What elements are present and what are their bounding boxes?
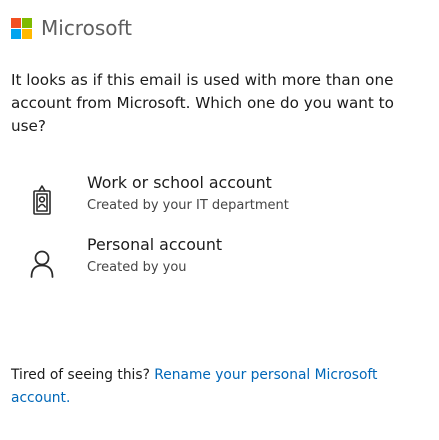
person-icon <box>30 250 54 278</box>
brand-name: Microsoft <box>41 16 133 40</box>
footer-text: Tired of seeing this? <box>11 367 150 383</box>
logo-square-blue <box>11 28 21 39</box>
microsoft-logo-icon <box>11 17 32 39</box>
work-badge-icon <box>33 185 51 215</box>
account-subtitle: Created by your IT department <box>87 198 289 213</box>
logo-square-yellow <box>22 28 32 39</box>
rename-account-footer: Tired of seeing this? Rename your person… <box>11 364 421 410</box>
logo-square-red <box>11 17 21 28</box>
account-subtitle: Created by you <box>87 260 187 275</box>
microsoft-header: Microsoft <box>11 16 132 40</box>
logo-square-green <box>22 17 32 28</box>
account-title: Personal account <box>87 235 223 254</box>
account-choice-prompt: It looks as if this email is used with m… <box>11 71 394 135</box>
account-title: Work or school account <box>87 173 272 192</box>
work-or-school-account-option[interactable]: Work or school account Created by your I… <box>11 173 431 225</box>
personal-account-option[interactable]: Personal account Created by you <box>11 235 431 287</box>
